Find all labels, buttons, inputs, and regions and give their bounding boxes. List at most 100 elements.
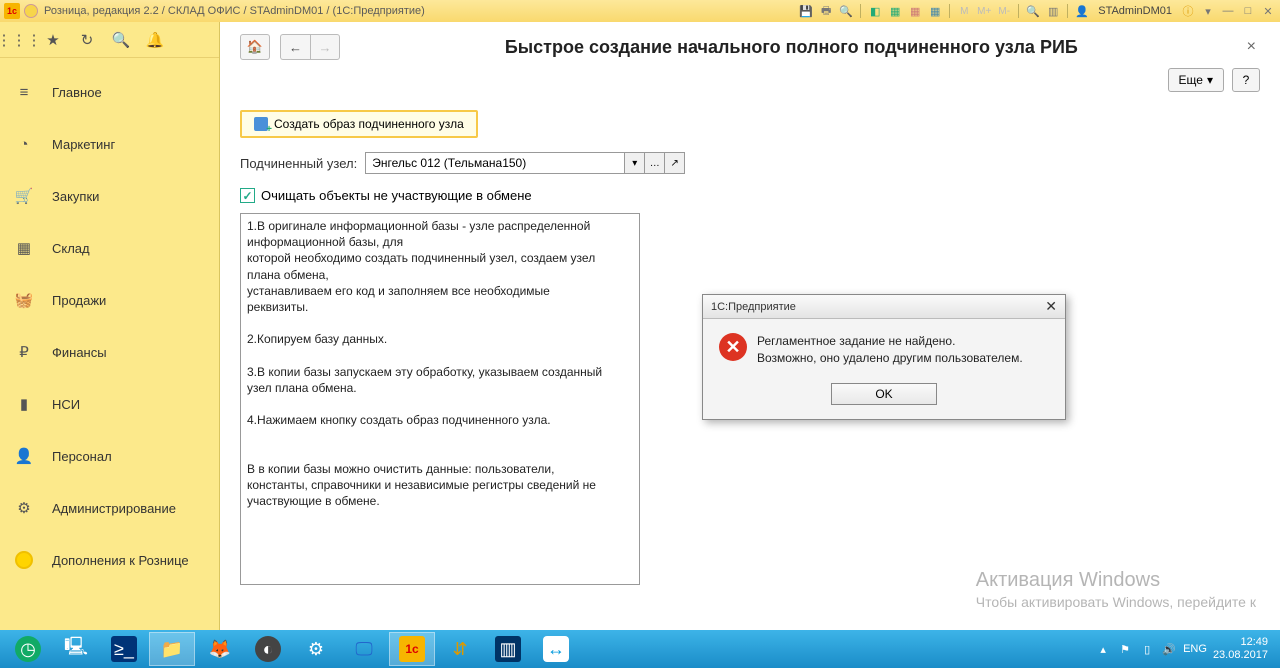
close-icon[interactable]: ✕ — [1260, 3, 1276, 19]
sidebar-item-main[interactable]: ≡ Главное — [0, 66, 219, 118]
taskbar-server[interactable]: 🖳 — [53, 632, 99, 666]
sidebar-item-label: Закупки — [52, 189, 99, 204]
memory-mminus[interactable]: M- — [996, 3, 1012, 19]
taskbar-start[interactable]: ◷ — [5, 632, 51, 666]
home-button[interactable]: 🏠 — [240, 34, 270, 60]
sidebar: ⋮⋮⋮ ★ ↻ 🔍 🔔 ≡ Главное ◔Маркетинг 🛒 Закупки… — [0, 22, 220, 630]
history-icon[interactable]: ↻ — [76, 29, 98, 51]
node-open-button[interactable]: ↗ — [665, 152, 685, 174]
sidebar-item-purchases[interactable]: 🛒 Закупки — [0, 170, 219, 222]
tray-flag-icon[interactable]: ⚑ — [1117, 641, 1133, 657]
titlebar: 1c Розница, редакция 2.2 / СКЛАД ОФИС / … — [0, 0, 1280, 22]
ok-button[interactable]: OK — [831, 383, 937, 405]
info-icon[interactable]: ⓘ — [1180, 3, 1196, 19]
taskbar-app1[interactable]: ◐ — [245, 632, 291, 666]
preview-icon[interactable]: 🔍 — [838, 3, 854, 19]
sidebar-item-warehouse[interactable]: ▦Склад — [0, 222, 219, 274]
sidebar-item-finance[interactable]: ₽ Финансы — [0, 326, 219, 378]
menu-icon: ≡ — [14, 82, 34, 102]
tray-vol-icon[interactable]: 🔊 — [1161, 641, 1177, 657]
cleanup-checkbox[interactable]: ✓ — [240, 188, 255, 203]
sidebar-item-personnel[interactable]: 👤 Персонал — [0, 430, 219, 482]
addon-icon — [14, 550, 34, 570]
taskbar: ◷ 🖳 ≥_ 📁 🦊 ◐ ⚙ 🖵 1c ⇵ ▥ ↔ ▴ ⚑ ▯ 🔊 ENG 12… — [0, 630, 1280, 668]
maximize-icon[interactable]: □ — [1240, 3, 1256, 19]
dropdown-icon[interactable]: ▾ — [1200, 3, 1216, 19]
sidebar-item-label: Маркетинг — [52, 137, 115, 152]
help-button[interactable]: ? — [1232, 68, 1260, 92]
taskbar-explorer[interactable]: 📁 — [149, 632, 195, 666]
tray-net-icon[interactable]: ▯ — [1139, 641, 1155, 657]
forward-button[interactable]: → — [310, 34, 340, 60]
star-icon[interactable]: ★ — [42, 29, 64, 51]
taskbar-app3[interactable]: 🖵 — [341, 632, 387, 666]
arc-icon — [24, 4, 38, 18]
node-select-button[interactable]: … — [645, 152, 665, 174]
watermark-title: Активация Windows — [976, 569, 1256, 592]
tray-clock[interactable]: 12:49 23.08.2017 — [1213, 636, 1268, 662]
dialog-line1: Регламентное задание не найдено. — [757, 333, 1023, 350]
sidebar-item-nsi[interactable]: ▮ НСИ — [0, 378, 219, 430]
cart-icon: 🛒 — [14, 186, 34, 206]
calc-icon[interactable]: ▦ — [887, 3, 903, 19]
create-image-button[interactable]: Создать образ подчиненного узла — [240, 110, 478, 138]
taskbar-1c[interactable]: 1c — [389, 632, 435, 666]
zoom-icon[interactable]: 🔍 — [1025, 3, 1041, 19]
taskbar-teamviewer[interactable]: ↔ — [533, 632, 579, 666]
folder-icon: ▮ — [14, 394, 34, 414]
dialog-close-button[interactable]: ✕ — [1045, 298, 1057, 315]
person-icon: 👤 — [14, 446, 34, 466]
apps-icon[interactable]: ⋮⋮⋮ — [8, 29, 30, 51]
chevron-down-icon: ▾ — [1207, 73, 1213, 87]
sidebar-item-label: Персонал — [52, 449, 112, 464]
sidebar-item-label: Дополнения к Рознице — [52, 553, 189, 568]
node-dropdown-button[interactable]: ▾ — [625, 152, 645, 174]
more-button[interactable]: Еще▾ — [1168, 68, 1224, 92]
node-label: Подчиненный узел: — [240, 156, 357, 171]
calendar31-icon[interactable]: ▦ — [927, 3, 943, 19]
compare-icon[interactable]: ◧ — [867, 3, 883, 19]
taskbar-powershell[interactable]: ≥_ — [101, 632, 147, 666]
taskbar-app4[interactable]: ⇵ — [437, 632, 483, 666]
memory-m[interactable]: M — [956, 3, 972, 19]
page-title: Быстрое создание начального полного подч… — [350, 37, 1233, 58]
sidebar-item-addons[interactable]: Дополнения к Рознице — [0, 534, 219, 586]
search-icon[interactable]: 🔍 — [110, 29, 132, 51]
create-button-label: Создать образ подчиненного узла — [274, 117, 464, 131]
sidebar-item-label: Финансы — [52, 345, 107, 360]
basket-icon: 🧺 — [14, 290, 34, 310]
tray-up-icon[interactable]: ▴ — [1095, 641, 1111, 657]
user-icon: 👤 — [1074, 3, 1090, 19]
save-icon[interactable]: 💾 — [798, 3, 814, 19]
sidebar-item-label: Главное — [52, 85, 102, 100]
ruble-icon: ₽ — [14, 342, 34, 362]
gear-icon: ⚙ — [14, 498, 34, 518]
sidebar-item-label: НСИ — [52, 397, 80, 412]
instructions-text[interactable]: 1.В оригинале информационной базы - узле… — [240, 213, 640, 585]
node-input[interactable] — [365, 152, 625, 174]
bell-icon[interactable]: 🔔 — [144, 29, 166, 51]
minimize-icon[interactable]: — — [1220, 3, 1236, 19]
watermark-sub: Чтобы активировать Windows, перейдите к — [976, 594, 1256, 610]
error-dialog: 1С:Предприятие ✕ ✕ Регламентное задание … — [702, 294, 1066, 420]
print-icon[interactable]: 🖶 — [818, 3, 834, 19]
taskbar-app5[interactable]: ▥ — [485, 632, 531, 666]
content-area: 🏠 ← → Быстрое создание начального полног… — [220, 22, 1280, 630]
error-icon: ✕ — [719, 333, 747, 361]
sidebar-item-marketing[interactable]: ◔Маркетинг — [0, 118, 219, 170]
close-page-button[interactable]: × — [1243, 34, 1260, 60]
tray-lang[interactable]: ENG — [1183, 643, 1207, 655]
cleanup-label: Очищать объекты не участвующие в обмене — [261, 188, 532, 203]
boxes-icon: ▦ — [14, 238, 34, 258]
calendar-icon[interactable]: ▦ — [907, 3, 923, 19]
sidebar-item-admin[interactable]: ⚙ Администрирование — [0, 482, 219, 534]
create-icon — [254, 117, 268, 131]
sidebar-item-label: Администрирование — [52, 501, 176, 516]
sidebar-item-sales[interactable]: 🧺Продажи — [0, 274, 219, 326]
back-button[interactable]: ← — [280, 34, 310, 60]
taskbar-firefox[interactable]: 🦊 — [197, 632, 243, 666]
panels-icon[interactable]: ▥ — [1045, 3, 1061, 19]
dialog-title: 1С:Предприятие — [711, 301, 796, 313]
memory-mplus[interactable]: M+ — [976, 3, 992, 19]
taskbar-app2[interactable]: ⚙ — [293, 632, 339, 666]
